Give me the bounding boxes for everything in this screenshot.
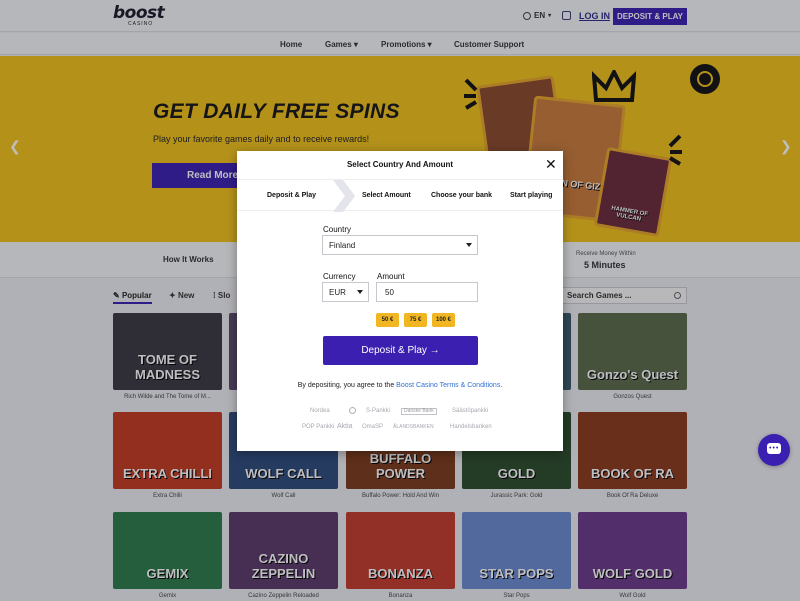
chat-button[interactable]: ••• bbox=[758, 434, 790, 466]
bank-logo-aktia: Aktia bbox=[337, 423, 353, 430]
stepper: Deposit & Play Select Amount Choose your… bbox=[237, 179, 563, 212]
amount-label: Amount bbox=[377, 272, 405, 281]
deposit-modal: Select Country And Amount ✕ Deposit & Pl… bbox=[237, 151, 563, 451]
modal-title: Select Country And Amount bbox=[346, 160, 454, 169]
bank-logo-omasp: OmaSP bbox=[362, 424, 384, 430]
amount-input[interactable]: 50 bbox=[376, 282, 478, 302]
chevron-right-icon bbox=[333, 180, 355, 212]
bank-logo-circle bbox=[349, 407, 356, 414]
close-icon[interactable]: ✕ bbox=[545, 157, 557, 171]
step-choose-bank: Choose your bank bbox=[431, 192, 493, 199]
currency-select[interactable]: EUR bbox=[322, 282, 369, 302]
terms-link[interactable]: Boost Casino Terms & Conditions bbox=[396, 382, 500, 389]
amount-chip-100[interactable]: 100 € bbox=[432, 313, 455, 327]
bank-logo-spankki: S-Pankki bbox=[366, 408, 391, 414]
chevron-down-icon bbox=[466, 243, 472, 247]
bank-logo-handelsbanken: Handelsbanken bbox=[450, 424, 492, 430]
bank-logo-alandsbanken: ÅLANDSBANKEN bbox=[393, 424, 434, 430]
bank-logo-danske: Danske Bank bbox=[401, 408, 437, 415]
amount-chip-50[interactable]: 50 € bbox=[376, 313, 399, 327]
bank-logo-pop: POP Pankki bbox=[302, 424, 335, 430]
country-select[interactable]: Finland bbox=[322, 235, 478, 255]
currency-label: Currency bbox=[323, 272, 356, 281]
step-select-amount: Select Amount bbox=[362, 192, 411, 199]
chevron-down-icon bbox=[357, 290, 363, 294]
bank-logo-saastopankki: Säästöpankki bbox=[452, 408, 489, 414]
terms-text: By depositing, you agree to the Boost Ca… bbox=[297, 382, 503, 389]
bank-logo-nordea: Nordea bbox=[310, 408, 330, 414]
chat-icon: ••• bbox=[767, 443, 781, 454]
step-deposit-play: Deposit & Play bbox=[267, 192, 317, 199]
deposit-play-submit-button[interactable]: Deposit & Play → bbox=[323, 336, 478, 365]
country-label: Country bbox=[323, 225, 352, 234]
amount-chip-75[interactable]: 75 € bbox=[404, 313, 427, 327]
step-start-playing: Start playing bbox=[510, 192, 553, 199]
